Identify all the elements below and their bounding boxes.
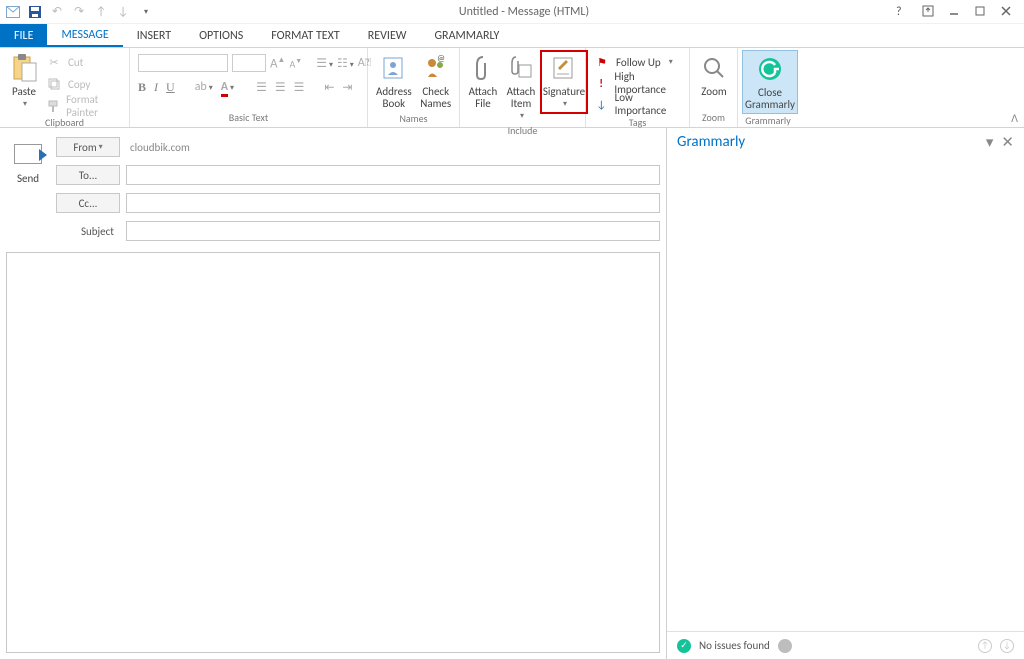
- attach-item-icon: [505, 52, 537, 84]
- cc-button[interactable]: Cc...: [56, 193, 120, 213]
- font-size-selector[interactable]: [232, 54, 266, 72]
- from-value: cloudbik.com: [126, 141, 190, 154]
- bold-button[interactable]: B: [138, 80, 146, 95]
- high-importance-icon: !: [594, 75, 608, 91]
- cut-button[interactable]: ✂ Cut: [46, 52, 125, 72]
- underline-button[interactable]: U: [166, 80, 175, 95]
- group-zoom-label: Zoom: [694, 111, 733, 127]
- numbering-icon[interactable]: ☷▾: [337, 56, 354, 71]
- check-names-icon: @: [420, 52, 452, 84]
- chevron-down-icon: ▾: [21, 98, 27, 110]
- tab-message[interactable]: MESSAGE: [47, 24, 122, 47]
- low-importance-icon: ↓: [594, 96, 609, 112]
- paste-label: Paste: [12, 86, 36, 98]
- decrease-indent-icon[interactable]: ⇤: [324, 80, 334, 95]
- check-icon: ✓: [677, 639, 691, 653]
- to-input[interactable]: [126, 165, 660, 185]
- bullets-icon[interactable]: ☰▾: [316, 56, 333, 71]
- minimize-icon[interactable]: [948, 5, 962, 19]
- align-center-icon[interactable]: ☰: [275, 80, 286, 95]
- pane-close-icon[interactable]: ✕: [1001, 133, 1014, 152]
- signature-icon: [548, 52, 580, 84]
- tab-format-text[interactable]: FORMAT TEXT: [257, 24, 353, 47]
- attach-item-button[interactable]: Attach Item ▾: [502, 50, 540, 124]
- grammarly-pane-title: Grammarly: [677, 133, 745, 151]
- follow-up-button[interactable]: ⚑ Follow Up▾: [594, 52, 673, 72]
- collapse-ribbon-icon[interactable]: ᐱ: [1011, 112, 1018, 125]
- align-left-icon[interactable]: ☰: [256, 80, 267, 95]
- highlight-icon[interactable]: ab▾: [195, 80, 213, 94]
- font-color-icon[interactable]: A▾: [221, 80, 234, 94]
- qat-customize-icon[interactable]: ▾: [138, 5, 152, 19]
- down-icon[interactable]: ↓: [116, 5, 130, 19]
- close-icon[interactable]: [1000, 5, 1014, 19]
- zoom-icon: [698, 52, 730, 84]
- subject-input[interactable]: [126, 221, 660, 241]
- shrink-font-icon[interactable]: A▼: [289, 56, 302, 70]
- chevron-down-icon: ▾: [561, 98, 567, 110]
- undo-icon[interactable]: ↶: [50, 5, 64, 19]
- cut-icon: ✂: [46, 54, 62, 70]
- check-names-button[interactable]: @ Check Names: [416, 50, 456, 112]
- zoom-button[interactable]: Zoom: [694, 50, 734, 100]
- send-button[interactable]: Send: [14, 144, 42, 185]
- svg-text:@: @: [437, 55, 445, 64]
- from-button[interactable]: From▾: [56, 137, 120, 157]
- low-importance-button[interactable]: ↓ Low Importance: [594, 94, 681, 114]
- copy-icon: [46, 76, 62, 92]
- subject-label: Subject: [56, 225, 120, 238]
- copy-button[interactable]: Copy: [46, 74, 125, 94]
- redo-icon[interactable]: ↷: [72, 5, 86, 19]
- pane-dropdown-icon[interactable]: ▾: [986, 133, 994, 152]
- message-body[interactable]: [6, 252, 660, 653]
- group-basic-text-label: Basic Text: [134, 111, 363, 127]
- address-book-icon: [378, 52, 410, 84]
- ribbon-options-icon[interactable]: [922, 5, 936, 19]
- italic-button[interactable]: I: [154, 80, 158, 95]
- tab-file[interactable]: FILE: [0, 24, 47, 47]
- window-title: Untitled - Message (HTML): [152, 5, 896, 19]
- tab-insert[interactable]: INSERT: [123, 24, 185, 47]
- grammarly-icon: [754, 53, 786, 85]
- save-icon[interactable]: [28, 5, 42, 19]
- maximize-icon[interactable]: [974, 5, 988, 19]
- paste-button[interactable]: Paste ▾: [4, 50, 44, 112]
- tab-review[interactable]: REVIEW: [354, 24, 421, 47]
- tab-options[interactable]: OPTIONS: [185, 24, 257, 47]
- address-book-button[interactable]: Address Book: [372, 50, 416, 112]
- no-issues-label: No issues found: [699, 639, 770, 652]
- grow-font-icon[interactable]: A▲: [270, 55, 285, 71]
- to-button[interactable]: To...: [56, 165, 120, 185]
- group-grammarly-label: Grammarly: [742, 114, 794, 127]
- increase-indent-icon[interactable]: ⇥: [342, 80, 352, 95]
- grammarly-pane-body: [667, 156, 1024, 631]
- nav-down-icon[interactable]: ↓: [1000, 639, 1014, 653]
- help-icon[interactable]: ?: [896, 5, 910, 19]
- feedback-face-icon[interactable]: [778, 639, 792, 653]
- attach-file-icon: [467, 52, 499, 84]
- cc-input[interactable]: [126, 193, 660, 213]
- group-names-label: Names: [372, 112, 455, 127]
- paste-icon: [8, 52, 40, 84]
- up-icon[interactable]: ↑: [94, 5, 108, 19]
- tab-grammarly[interactable]: GRAMMARLY: [420, 24, 513, 47]
- format-painter-button[interactable]: Format Painter: [46, 96, 125, 116]
- close-grammarly-button[interactable]: Close Grammarly: [742, 50, 798, 114]
- send-icon: [14, 144, 42, 164]
- nav-up-icon[interactable]: ↑: [978, 639, 992, 653]
- format-painter-icon: [46, 98, 60, 114]
- flag-icon: ⚑: [594, 54, 610, 70]
- mail-icon: [6, 5, 20, 19]
- high-importance-button[interactable]: ! High Importance: [594, 73, 681, 93]
- attach-file-button[interactable]: Attach File: [464, 50, 502, 112]
- font-name-selector[interactable]: [138, 54, 228, 72]
- signature-button[interactable]: Signature ▾: [540, 50, 588, 114]
- align-right-icon[interactable]: ☰: [294, 80, 305, 95]
- chevron-down-icon: ▾: [518, 110, 524, 122]
